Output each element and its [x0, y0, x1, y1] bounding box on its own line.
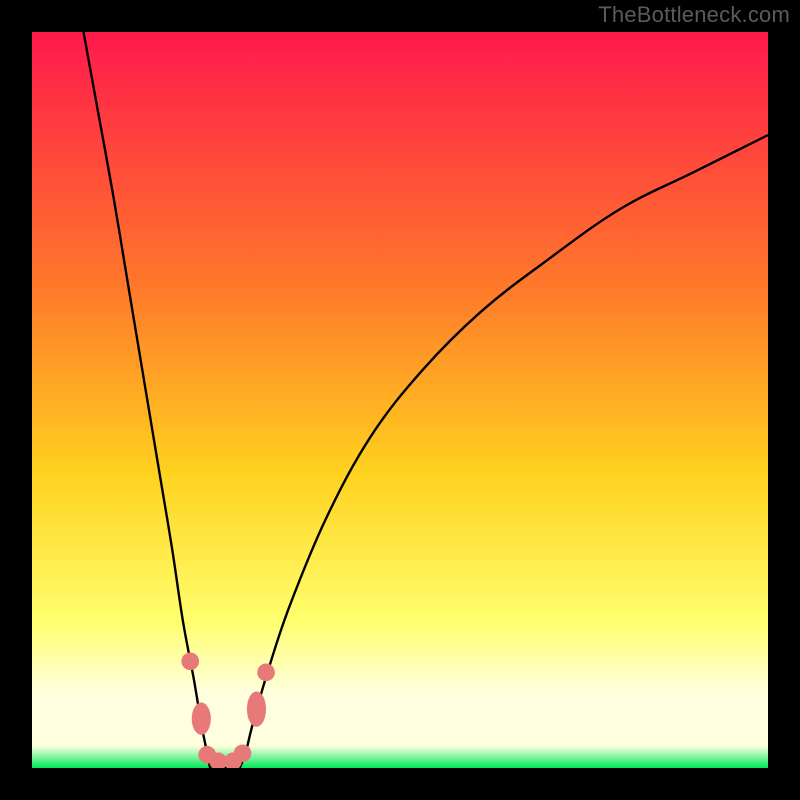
plot-area	[32, 32, 768, 768]
marker-point	[234, 744, 252, 762]
marker-point	[247, 691, 266, 726]
marker-point	[257, 663, 275, 681]
watermark-text: TheBottleneck.com	[598, 2, 790, 28]
marker-point	[192, 702, 211, 734]
gradient-background	[32, 32, 768, 768]
chart-frame: TheBottleneck.com	[0, 0, 800, 800]
chart-svg	[32, 32, 768, 768]
marker-point	[181, 652, 199, 670]
